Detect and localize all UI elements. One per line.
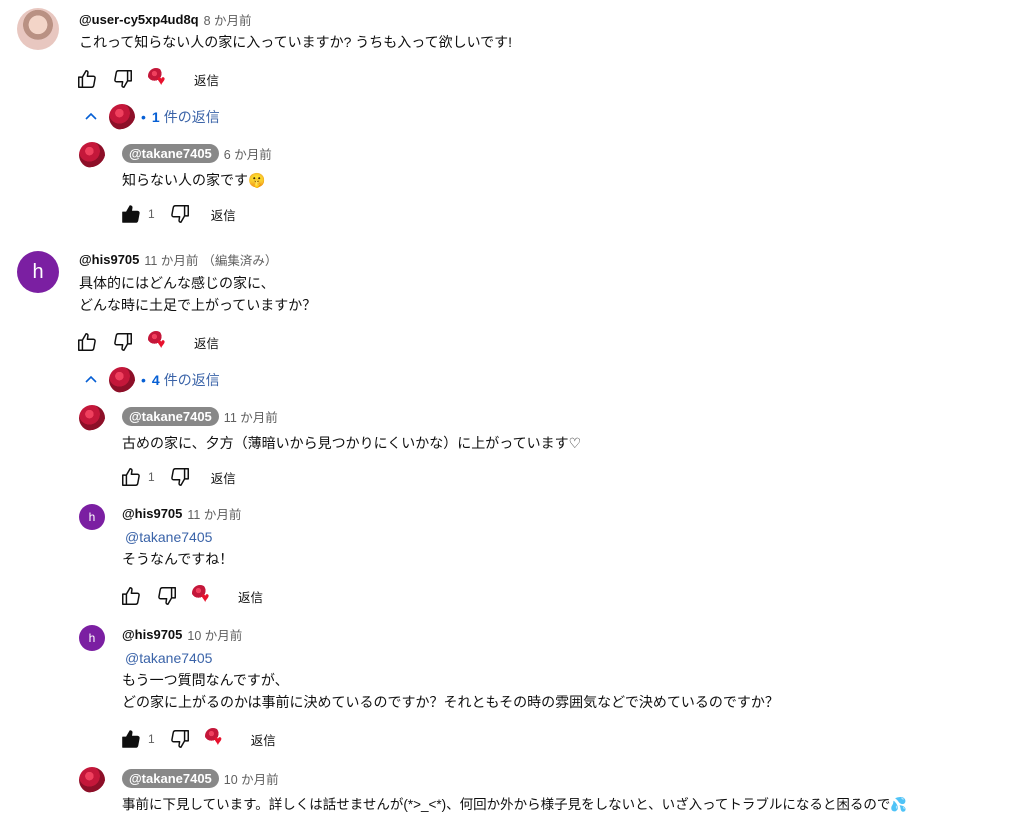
comment-header: @his9705 10 か月前: [122, 625, 242, 644]
creator-heart-icon: ♥: [192, 584, 218, 608]
comment-actions: 1 返信: [120, 465, 236, 489]
thumbs-up-filled-icon: [122, 730, 140, 748]
avatar[interactable]: [79, 767, 105, 793]
comment-actions: 1 返信: [120, 202, 236, 226]
like-count: 1: [148, 732, 155, 746]
reply-count: 4: [151, 372, 160, 388]
comment-header: @his9705 11 か月前: [122, 504, 241, 523]
like-button[interactable]: [76, 68, 98, 90]
timestamp[interactable]: 11 か月前: [144, 250, 198, 269]
timestamp[interactable]: 8 か月前: [204, 10, 252, 29]
timestamp[interactable]: 11 か月前: [187, 504, 241, 523]
author-name[interactable]: @takane7405: [122, 769, 219, 788]
timestamp[interactable]: 10 か月前: [224, 769, 279, 788]
comment-actions: ♥ 返信: [76, 330, 219, 354]
timestamp[interactable]: 6 か月前: [224, 144, 272, 163]
like-count: 1: [148, 207, 155, 221]
creator-heart-icon: ♥: [148, 67, 174, 91]
reply-button[interactable]: 返信: [194, 70, 219, 89]
comment-text-line: どんな時に土足で上がっていますか？: [79, 297, 317, 313]
comment-actions: 1 ♥ 返信: [120, 727, 276, 751]
comment-text: 事前に下見しています。詳しくは話せませんが(*>_<*)、何回か外から様子見をし…: [122, 797, 908, 812]
thumbs-up-icon: [78, 70, 96, 88]
comment-text-line: もう一つ質問なんですが、: [122, 672, 289, 688]
reply-button[interactable]: 返信: [211, 205, 236, 224]
thumbs-down-icon: [170, 730, 189, 748]
creator-heart-icon: ♥: [148, 330, 174, 354]
mention-link[interactable]: @takane7405: [125, 529, 212, 545]
thumbs-down-icon: [170, 468, 189, 486]
comment-header: @takane7405 10 か月前: [122, 769, 279, 788]
thumbs-up-icon: [122, 587, 140, 605]
author-name[interactable]: @his9705: [79, 252, 139, 267]
dislike-button[interactable]: [169, 466, 191, 488]
avatar-letter: h: [32, 260, 44, 283]
chevron-up-icon: [85, 112, 97, 120]
avatar[interactable]: h: [17, 251, 59, 293]
avatar[interactable]: [17, 8, 59, 50]
avatar[interactable]: h: [79, 625, 105, 651]
chevron-up-icon: [85, 375, 97, 383]
reply-button[interactable]: 返信: [194, 333, 219, 352]
reply-count-label: 件の返信: [163, 109, 220, 125]
author-name[interactable]: @takane7405: [122, 144, 219, 163]
author-name[interactable]: @takane7405: [122, 407, 219, 426]
thumbs-down-icon: [114, 70, 132, 88]
mention-link[interactable]: @takane7405: [125, 650, 212, 666]
comment-header: @takane7405 6 か月前: [122, 144, 272, 163]
replies-toggle[interactable]: • 1 件の返信: [83, 104, 220, 130]
comment-header: @takane7405 11 か月前: [122, 407, 278, 426]
comment-text-line: 具体的にはどんな感じの家に、: [79, 275, 275, 291]
edited-label: （編集済み）: [202, 254, 278, 268]
avatar-letter: h: [88, 631, 96, 645]
avatar[interactable]: h: [79, 504, 105, 530]
reply-button[interactable]: 返信: [251, 730, 276, 749]
comment-text: これって知らない人の家に入っていますか? うちも入って欲しいです!: [79, 34, 513, 50]
avatar[interactable]: [79, 142, 105, 168]
timestamp[interactable]: 10 か月前: [187, 625, 242, 644]
creator-avatar: [109, 104, 135, 130]
comment-header: @his9705 11 か月前 （編集済み）: [79, 250, 277, 269]
comment-text: 知らない人の家です🤫: [122, 172, 266, 188]
like-button[interactable]: [120, 466, 142, 488]
like-button[interactable]: [120, 585, 142, 607]
comment-text: 古めの家に、夕方（薄暗いから見つかりにくいかな）に上がっています♡: [122, 435, 582, 451]
dislike-button[interactable]: [112, 68, 134, 90]
thumbs-down-icon: [170, 205, 189, 223]
thumbs-up-filled-icon: [122, 205, 140, 223]
creator-avatar: [109, 367, 135, 393]
comment-actions: ♥ 返信: [76, 67, 219, 91]
dislike-button[interactable]: [112, 331, 134, 353]
like-button[interactable]: [120, 203, 142, 225]
like-count: 1: [148, 470, 155, 484]
dislike-button[interactable]: [169, 728, 191, 750]
comment-text-line: どの家に上がるのかは事前に決めているのですか？それともその時の雰囲気などで決めて…: [122, 694, 779, 710]
author-name[interactable]: @his9705: [122, 627, 182, 642]
creator-heart-icon: ♥: [204, 727, 231, 751]
avatar[interactable]: [79, 405, 105, 431]
thumbs-down-icon: [158, 587, 176, 605]
reply-button[interactable]: 返信: [238, 587, 263, 606]
dislike-button[interactable]: [169, 203, 191, 225]
replies-toggle[interactable]: • 4 件の返信: [83, 367, 220, 393]
author-name[interactable]: @his9705: [122, 506, 182, 521]
thumbs-up-icon: [78, 333, 96, 351]
comment-text: そうなんですね！: [122, 551, 234, 567]
dislike-button[interactable]: [156, 585, 178, 607]
like-button[interactable]: [76, 331, 98, 353]
reply-count: 1: [151, 109, 160, 125]
thumbs-down-icon: [114, 333, 132, 351]
thumbs-up-icon: [122, 468, 140, 486]
comment-actions: ♥ 返信: [120, 584, 263, 608]
reply-button[interactable]: 返信: [211, 468, 236, 487]
comment-header: @user-cy5xp4ud8q 8 か月前: [79, 10, 252, 29]
reply-count-label: 件の返信: [163, 372, 220, 388]
timestamp[interactable]: 11 か月前: [224, 407, 278, 426]
like-button[interactable]: [120, 728, 142, 750]
author-name[interactable]: @user-cy5xp4ud8q: [79, 12, 199, 27]
avatar-letter: h: [88, 510, 96, 524]
